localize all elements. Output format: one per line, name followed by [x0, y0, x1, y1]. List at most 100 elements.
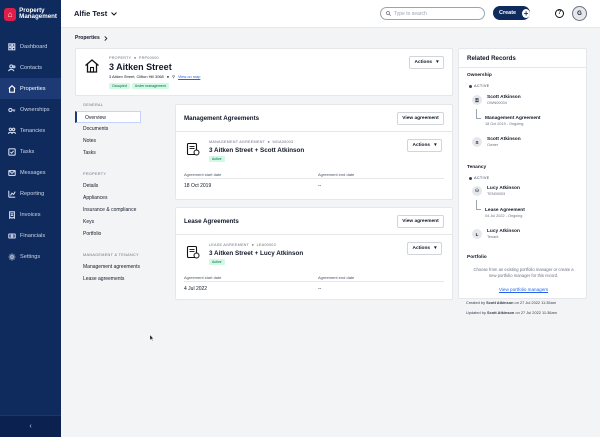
sidebar-item-settings[interactable]: Settings — [0, 246, 61, 267]
property-badges: Occupied Under management — [109, 83, 169, 89]
ownership-heading: Ownership — [467, 73, 492, 78]
sidebar-item-label: Tasks — [20, 148, 35, 155]
ownership-agreement-record[interactable]: Management Agreement 18 Oct 2019 - Ongoi… — [485, 116, 541, 126]
property-header-card: PROPERTY ● PRP00000 3 Aitken Street 3 Ai… — [75, 48, 453, 96]
chevron-left-icon: ‹ — [29, 423, 32, 430]
view-management-agreement-button[interactable]: View agreement — [397, 112, 444, 125]
portfolio-empty-text: Choose from an existing portfolio manage… — [473, 267, 574, 278]
subnav-item-insurance[interactable]: Insurance & compliance — [75, 204, 170, 216]
status-badge-occupied: Occupied — [109, 83, 130, 89]
avatar[interactable]: G — [572, 6, 587, 21]
sidebar-item-label: Financials — [20, 232, 46, 239]
subnav-item-documents[interactable]: Documents — [75, 123, 170, 135]
map-pin-icon: ⚲ — [172, 74, 175, 79]
subnav-item-details[interactable]: Details — [75, 180, 170, 192]
sidebar-item-messages[interactable]: Messages — [0, 162, 61, 183]
chart-icon — [7, 189, 16, 198]
lease-meta: LEASE AGREEMENT ● LEA00003 — [209, 243, 276, 247]
home-icon — [7, 84, 16, 93]
sidebar-item-reporting[interactable]: Reporting — [0, 183, 61, 204]
create-button[interactable]: Create + — [493, 6, 530, 20]
subnav-item-portfolio[interactable]: Portfolio — [75, 228, 170, 240]
subnav-heading-property: PROPERTY — [83, 172, 107, 176]
sidebar-item-label: Ownerships — [20, 106, 50, 113]
invoice-icon — [7, 210, 16, 219]
sidebar-item-financials[interactable]: Financials — [0, 225, 61, 246]
ownership-contact-record[interactable]: S Scott Atkinson Owner — [472, 137, 521, 147]
subnav-item-tasks[interactable]: Tasks — [75, 147, 170, 159]
tenancy-agreement-record[interactable]: Lease Agreement 04 Jul 2022 - Ongoing — [485, 208, 525, 218]
subnav-item-management-agreements[interactable]: Management agreements — [75, 261, 170, 273]
property-meta: PROPERTY ● PRP00000 — [109, 56, 159, 60]
property-subnav: GENERAL Overview Documents Notes Tasks P… — [75, 103, 170, 298]
sidebar-item-properties[interactable]: Properties — [0, 78, 61, 99]
end-date-value: -- — [318, 183, 322, 189]
status-badge: Active — [209, 259, 225, 265]
property-ref: PRP00000 — [138, 56, 159, 60]
management-section-title: Management Agreements — [184, 115, 260, 122]
start-date-label: Agreement start date — [184, 275, 222, 280]
app-logo[interactable]: ⌂ Property Management — [0, 0, 61, 28]
subnav-item-overview[interactable]: Overview — [75, 111, 141, 123]
sidebar-item-dashboard[interactable]: Dashboard — [0, 36, 61, 57]
account-name: Alfie Test — [74, 9, 108, 18]
sidebar-item-label: Properties — [20, 85, 46, 92]
search-input[interactable] — [394, 10, 479, 17]
status-dot-icon — [469, 84, 472, 88]
account-switcher[interactable]: Alfie Test — [74, 9, 118, 18]
sidebar-nav: Dashboard Contacts Properties Ownerships Ten… — [0, 36, 61, 267]
avatar: L — [472, 229, 482, 239]
lease-ref: LEA00003 — [256, 243, 276, 247]
breadcrumb-properties[interactable]: Properties — [75, 35, 100, 41]
lease-type: LEASE AGREEMENT — [209, 243, 250, 247]
sidebar-item-tenancies[interactable]: Tenancies — [0, 120, 61, 141]
ownership-status: ACTIVE — [469, 84, 490, 88]
help-icon[interactable]: ? — [555, 9, 564, 18]
tenancy-heading: Tenancy — [467, 165, 487, 170]
tenancy-tenant-record[interactable]: ⚇ Lucy Atkinson TEN00003 — [472, 186, 520, 196]
collapse-sidebar-button[interactable]: ‹ — [0, 415, 61, 437]
search-box[interactable] — [380, 7, 485, 20]
tenancy-contact-record[interactable]: L Lucy Atkinson Tenant — [472, 229, 520, 239]
view-portfolio-managers-link[interactable]: View portfolio managers — [459, 287, 588, 292]
sidebar-item-contacts[interactable]: Contacts — [0, 57, 61, 78]
caret-down-icon: ▾ — [436, 60, 439, 65]
plus-icon: + — [522, 8, 530, 18]
chevron-down-icon — [111, 11, 118, 16]
property-actions-button[interactable]: Actions ▾ — [409, 56, 444, 69]
caret-down-icon: ▾ — [434, 143, 437, 148]
logo-line2: Management — [19, 13, 57, 20]
sidebar-item-tasks[interactable]: Tasks — [0, 141, 61, 162]
status-dot-icon — [469, 176, 472, 180]
create-label: Create — [499, 10, 517, 16]
sidebar: ⌂ Property Management Dashboard Contacts P… — [0, 0, 61, 437]
sidebar-item-label: Reporting — [20, 190, 45, 197]
end-date-value: -- — [318, 286, 322, 292]
subnav-item-lease-agreements[interactable]: Lease agreements — [75, 273, 170, 285]
start-date-value: 18 Oct 2019 — [184, 183, 212, 189]
property-address-row: 3 Aitken Street, Clifton Hill 3068 ● ⚲ V… — [109, 74, 201, 79]
people-icon — [7, 126, 16, 135]
management-meta: MANAGEMENT AGREEMENT ● MGA00003 — [209, 140, 294, 144]
sidebar-item-ownerships[interactable]: Ownerships — [0, 99, 61, 120]
money-icon — [7, 231, 16, 240]
view-on-map-link[interactable]: View on map — [178, 74, 200, 79]
subnav-item-notes[interactable]: Notes — [75, 135, 170, 147]
subnav-item-appliances[interactable]: Appliances — [75, 192, 170, 204]
lease-agreement-name[interactable]: 3 Aitken Street + Lucy Atkinson — [209, 250, 303, 257]
caret-down-icon: ▾ — [434, 246, 437, 251]
agreement-icon — [186, 142, 200, 156]
portfolio-heading: Portfolio — [467, 255, 487, 260]
lease-actions-button[interactable]: Actions ▾ — [407, 242, 442, 255]
view-lease-agreement-button[interactable]: View agreement — [397, 215, 444, 228]
subnav-item-keys[interactable]: Keys — [75, 216, 170, 228]
ownership-owner-record[interactable]: ⚿ Scott Atkinson OWN00004 — [472, 95, 521, 105]
end-date-label: Agreement end date — [318, 172, 355, 177]
management-agreements-card: Management Agreements View agreement MAN… — [175, 104, 453, 200]
management-agreement-name[interactable]: 3 Aitken Street + Scott Atkinson — [209, 147, 304, 154]
sidebar-item-invoices[interactable]: Invoices — [0, 204, 61, 225]
management-actions-button[interactable]: Actions ▾ — [407, 139, 442, 152]
lease-section-title: Lease Agreements — [184, 218, 239, 225]
key-icon — [7, 105, 16, 114]
sidebar-item-label: Messages — [20, 169, 46, 176]
